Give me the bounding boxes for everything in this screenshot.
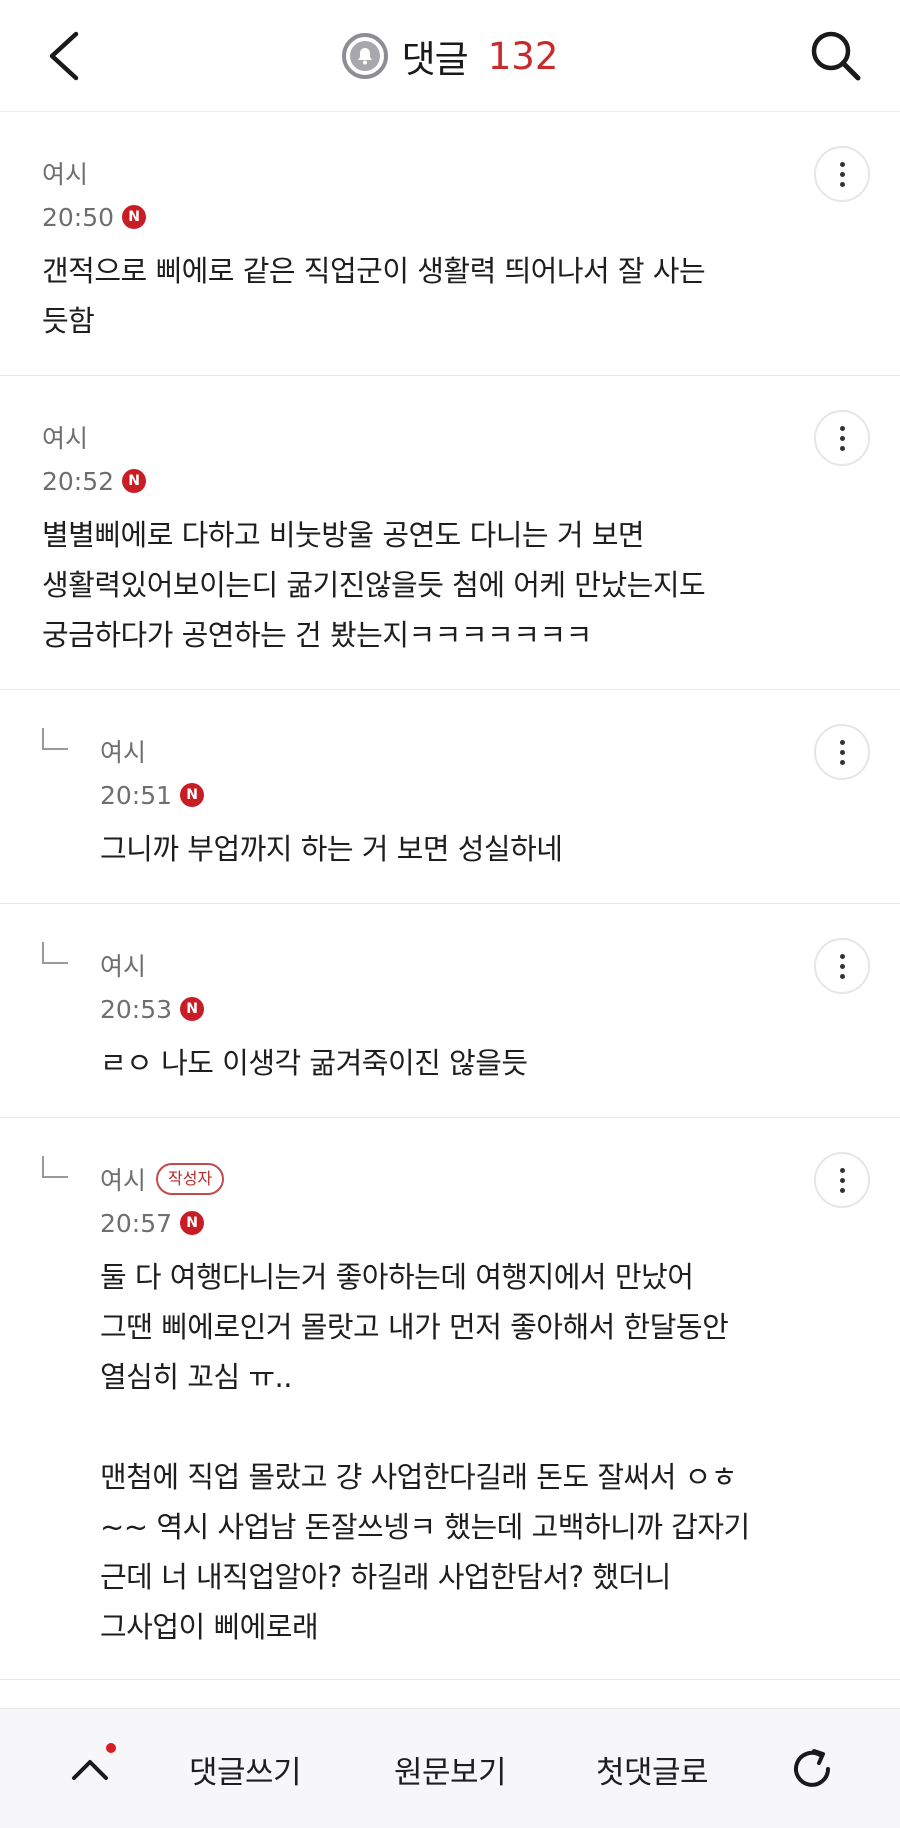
comment-item: 여시 20:50 N 갠적으로 삐에로 같은 직업군이 생활력 띄어나서 잘 사… (0, 112, 900, 376)
comment-meta: 20:52 N (42, 464, 780, 498)
comment-author: 여시 (100, 952, 147, 981)
comment-text: 별별삐에로 다하고 비눗방울 공연도 다니는 거 보면 생활력있어보이는디 굶기… (42, 518, 706, 652)
page-title: 댓글 (401, 38, 469, 81)
search-button[interactable] (806, 26, 866, 86)
notification-dot (106, 1743, 116, 1753)
reply-indicator-icon (42, 728, 68, 750)
comment-text: 그니까 부업까지 하는 거 보면 성실하네 (100, 832, 563, 866)
top-bar: 댓글 132 (0, 0, 900, 112)
reply-indicator-icon (42, 942, 68, 964)
bottom-toolbar: 댓글쓰기 원문보기 첫댓글로 (0, 1708, 900, 1828)
op-badge: 작성자 (156, 1163, 225, 1195)
comment-text: 갠적으로 삐에로 같은 직업군이 생활력 띄어나서 잘 사는 듯함 (42, 254, 706, 338)
comment-text: ㄹㅇ 나도 이생각 굶겨죽이진 않을듯 (100, 1046, 528, 1080)
more-options-button[interactable] (814, 146, 870, 202)
comment-author: 여시 (42, 424, 89, 453)
comment-author: 여시 (100, 738, 147, 767)
reply-item: 여시 20:51 N 그니까 부업까지 하는 거 보면 성실하네 (0, 690, 900, 904)
more-options-button[interactable] (814, 938, 870, 994)
comment-author-row: 여시 작성자 (100, 1162, 780, 1196)
page-title-group: 댓글 132 (0, 30, 900, 82)
comment-meta: 20:57 N (100, 1206, 780, 1240)
new-badge: N (180, 783, 205, 807)
comment-list: 여시 20:50 N 갠적으로 삐에로 같은 직업군이 생활력 띄어나서 잘 사… (0, 112, 900, 1680)
new-badge: N (180, 997, 205, 1021)
search-icon (811, 31, 861, 81)
view-original-button[interactable]: 원문보기 (375, 1709, 525, 1828)
more-options-button[interactable] (814, 724, 870, 780)
comment-count: 132 (487, 34, 559, 78)
comment-time: 20:57 (100, 1208, 173, 1238)
reply-item: 여시 작성자 20:57 N 둘 다 여행다니는거 좋아하는데 여행지에서 만났… (0, 1118, 900, 1680)
chevron-up-icon (72, 1760, 108, 1780)
comment-meta: 20:50 N (42, 200, 780, 234)
new-badge: N (122, 469, 147, 493)
comment-item: 여시 20:52 N 별별삐에로 다하고 비눗방울 공연도 다니는 거 보면 생… (0, 376, 900, 690)
scroll-up-button[interactable] (50, 1709, 130, 1828)
comment-author: 여시 (100, 1166, 147, 1195)
comment-text: 둘 다 여행다니는거 좋아하는데 여행지에서 만났어 그땐 삐에로인거 몰랏고 … (100, 1260, 750, 1644)
new-badge: N (180, 1211, 205, 1235)
refresh-icon (794, 1749, 830, 1787)
comment-time: 20:53 (100, 994, 173, 1024)
comment-author: 여시 (42, 160, 89, 189)
comment-time: 20:52 (42, 466, 115, 496)
new-badge: N (122, 205, 147, 229)
write-comment-button[interactable]: 댓글쓰기 (170, 1709, 320, 1828)
more-options-button[interactable] (814, 1152, 870, 1208)
more-options-button[interactable] (814, 410, 870, 466)
comment-meta: 20:53 N (100, 992, 780, 1026)
refresh-button[interactable] (772, 1709, 852, 1828)
comment-meta: 20:51 N (100, 778, 780, 812)
bell-icon[interactable] (341, 33, 388, 79)
first-comment-button[interactable]: 첫댓글로 (577, 1709, 727, 1828)
comment-time: 20:51 (100, 780, 173, 810)
reply-item: 여시 20:53 N ㄹㅇ 나도 이생각 굶겨죽이진 않을듯 (0, 904, 900, 1118)
reply-indicator-icon (42, 1156, 68, 1178)
comment-time: 20:50 (42, 202, 115, 232)
